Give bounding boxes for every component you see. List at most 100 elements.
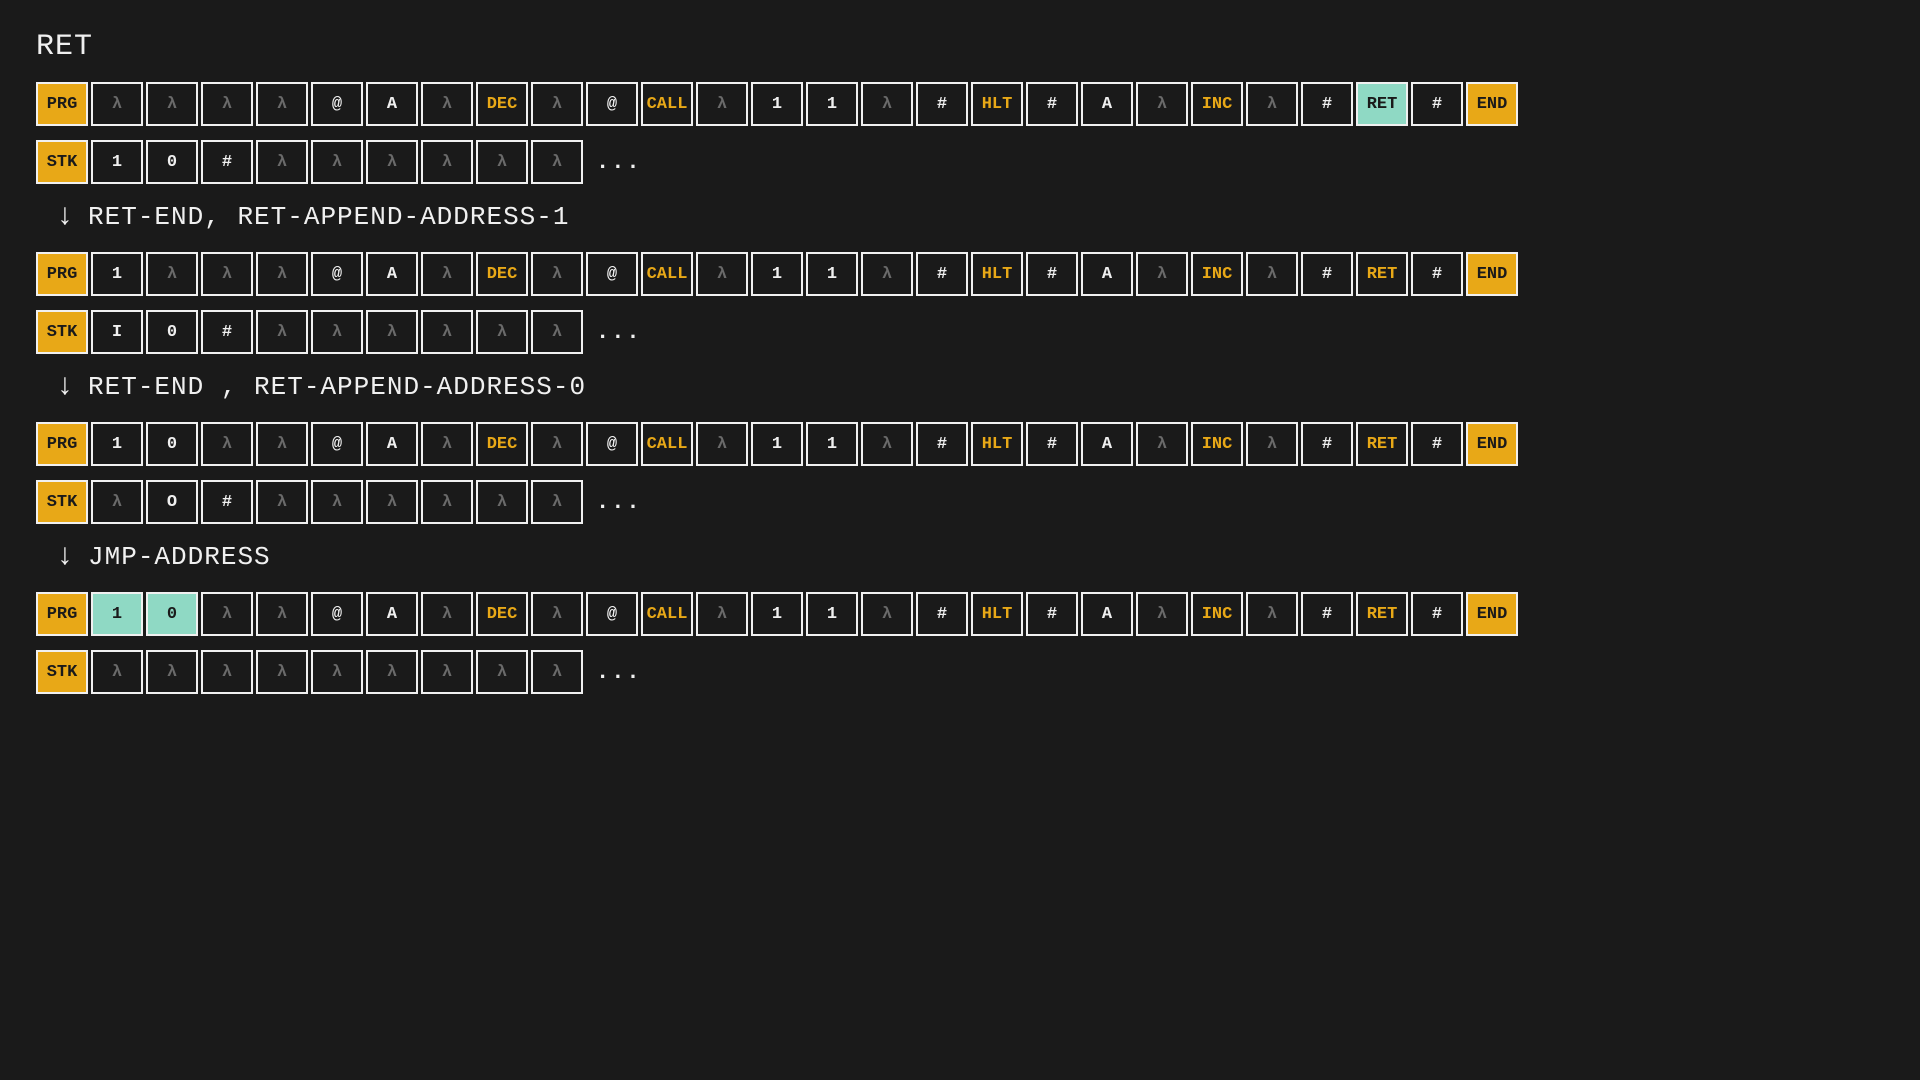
prg-cell: λ xyxy=(696,252,748,296)
prg-cell: λ xyxy=(1246,592,1298,636)
prg-cell: A xyxy=(366,592,418,636)
stk-cell: λ xyxy=(476,140,528,184)
prg-cell: 1 xyxy=(751,592,803,636)
stk-cell: 0 xyxy=(146,310,198,354)
prg-cell: @ xyxy=(586,252,638,296)
transition: ↓RET-END, RET-APPEND-ADDRESS-1 xyxy=(56,202,1884,232)
stk-cell: λ xyxy=(311,480,363,524)
prg-cell: INC xyxy=(1191,82,1243,126)
ellipsis: ... xyxy=(596,150,642,175)
prg-cell: λ xyxy=(421,592,473,636)
prg-cell: λ xyxy=(696,82,748,126)
diagram-content: PRGλλλλ@AλDECλ@CALLλ11λ#HLT#AλINCλ#RET#E… xyxy=(36,82,1884,694)
prg-cell: # xyxy=(916,252,968,296)
stk-cell: λ xyxy=(421,310,473,354)
stk-cell: 1 xyxy=(91,140,143,184)
prg-cell: λ xyxy=(861,592,913,636)
prg-cell: RET xyxy=(1356,252,1408,296)
state-block: PRG1λλλ@AλDECλ@CALLλ11λ#HLT#AλINCλ#RET#E… xyxy=(36,252,1884,354)
prg-cell: λ xyxy=(696,592,748,636)
prg-cell: A xyxy=(366,82,418,126)
prg-cell: CALL xyxy=(641,592,693,636)
prg-cell: A xyxy=(366,422,418,466)
prg-cell: λ xyxy=(861,82,913,126)
prg-cell: DEC xyxy=(476,82,528,126)
prg-label: PRG xyxy=(36,82,88,126)
transition: ↓JMP-ADDRESS xyxy=(56,542,1884,572)
stk-cell: # xyxy=(201,310,253,354)
state-block: PRGλλλλ@AλDECλ@CALLλ11λ#HLT#AλINCλ#RET#E… xyxy=(36,82,1884,184)
prg-cell: # xyxy=(1411,252,1463,296)
stk-row: STKλλλλλλλλλ... xyxy=(36,650,1884,694)
ellipsis: ... xyxy=(596,320,642,345)
prg-cell: DEC xyxy=(476,592,528,636)
prg-cell: INC xyxy=(1191,592,1243,636)
stk-cell: λ xyxy=(311,310,363,354)
prg-cell: DEC xyxy=(476,422,528,466)
stk-cell: 0 xyxy=(146,140,198,184)
prg-cell: λ xyxy=(861,422,913,466)
prg-cell: λ xyxy=(531,422,583,466)
stk-cell: λ xyxy=(476,310,528,354)
down-arrow-icon: ↓ xyxy=(56,542,74,572)
stk-cell: λ xyxy=(146,650,198,694)
prg-cell: 1 xyxy=(806,592,858,636)
prg-cell: @ xyxy=(586,82,638,126)
prg-label: PRG xyxy=(36,422,88,466)
prg-cell: 1 xyxy=(751,252,803,296)
prg-row: PRGλλλλ@AλDECλ@CALLλ11λ#HLT#AλINCλ#RET#E… xyxy=(36,82,1884,126)
prg-cell: λ xyxy=(201,592,253,636)
prg-cell: 1 xyxy=(91,422,143,466)
prg-cell: # xyxy=(1411,592,1463,636)
prg-cell: RET xyxy=(1356,82,1408,126)
prg-cell: # xyxy=(916,82,968,126)
stk-cell: λ xyxy=(421,140,473,184)
stk-cell: λ xyxy=(311,650,363,694)
prg-cell: A xyxy=(1081,592,1133,636)
prg-cell: INC xyxy=(1191,252,1243,296)
stk-label: STK xyxy=(36,480,88,524)
prg-cell: @ xyxy=(311,252,363,296)
prg-cell: 1 xyxy=(751,82,803,126)
stk-cell: λ xyxy=(531,650,583,694)
prg-cell: 1 xyxy=(91,592,143,636)
stk-row: STKλO#λλλλλλ... xyxy=(36,480,1884,524)
prg-cell: 1 xyxy=(806,252,858,296)
prg-cell: 1 xyxy=(806,82,858,126)
stk-row: STK10#λλλλλλ... xyxy=(36,140,1884,184)
prg-cell: λ xyxy=(1246,422,1298,466)
stk-cell: λ xyxy=(476,480,528,524)
prg-cell: λ xyxy=(421,252,473,296)
prg-cell: 1 xyxy=(751,422,803,466)
stk-cell: λ xyxy=(201,650,253,694)
prg-cell: λ xyxy=(201,252,253,296)
prg-cell: λ xyxy=(696,422,748,466)
stk-cell: λ xyxy=(91,650,143,694)
prg-cell: END xyxy=(1466,252,1518,296)
stk-cell: # xyxy=(201,140,253,184)
prg-row: PRG1λλλ@AλDECλ@CALLλ11λ#HLT#AλINCλ#RET#E… xyxy=(36,252,1884,296)
stk-cell: I xyxy=(91,310,143,354)
prg-cell: @ xyxy=(311,592,363,636)
prg-cell: λ xyxy=(421,82,473,126)
prg-cell: λ xyxy=(201,422,253,466)
ellipsis: ... xyxy=(596,660,642,685)
prg-cell: λ xyxy=(1136,422,1188,466)
stk-cell: λ xyxy=(531,310,583,354)
stk-cell: λ xyxy=(311,140,363,184)
transition-label: RET-END , RET-APPEND-ADDRESS-0 xyxy=(88,372,586,402)
stk-label: STK xyxy=(36,140,88,184)
prg-cell: A xyxy=(1081,422,1133,466)
stk-cell: λ xyxy=(421,480,473,524)
prg-cell: HLT xyxy=(971,252,1023,296)
prg-cell: 0 xyxy=(146,592,198,636)
prg-cell: HLT xyxy=(971,82,1023,126)
prg-cell: λ xyxy=(1136,252,1188,296)
ellipsis: ... xyxy=(596,490,642,515)
state-block: PRG10λλ@AλDECλ@CALLλ11λ#HLT#AλINCλ#RET#E… xyxy=(36,592,1884,694)
stk-cell: λ xyxy=(366,480,418,524)
prg-cell: CALL xyxy=(641,82,693,126)
stk-cell: λ xyxy=(256,650,308,694)
prg-cell: λ xyxy=(146,82,198,126)
stk-cell: O xyxy=(146,480,198,524)
